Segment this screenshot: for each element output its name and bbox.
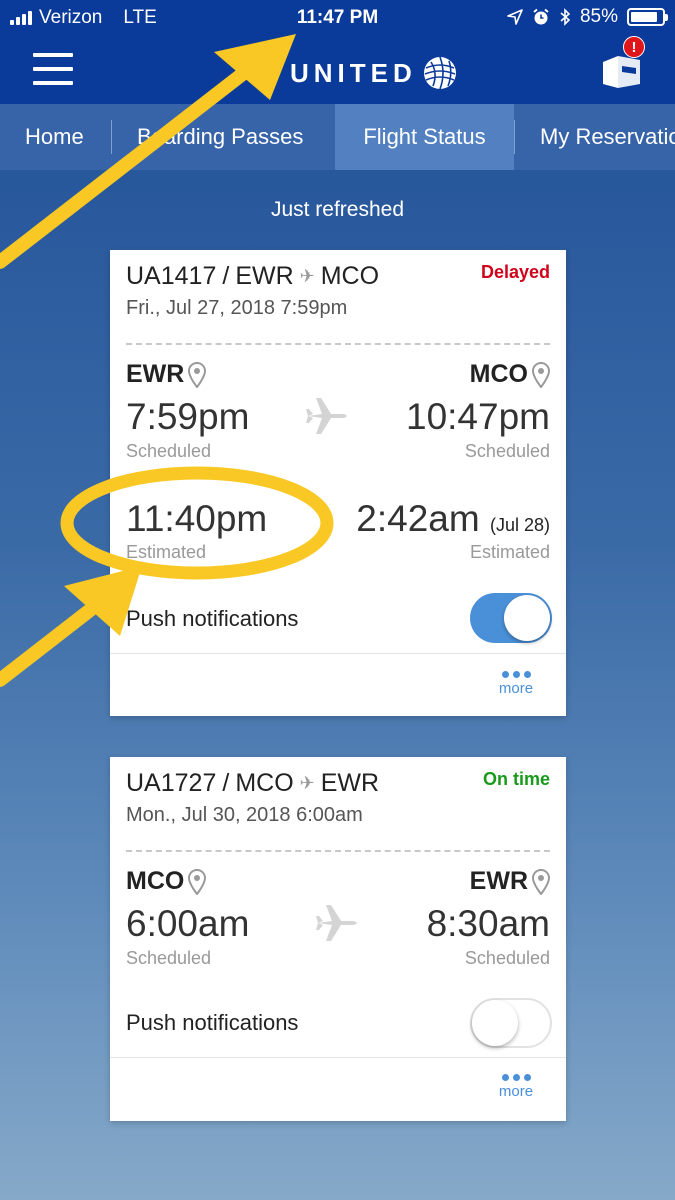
estimated-label: Estimated (469, 542, 550, 562)
airplane-icon (316, 905, 357, 941)
tab-separator (111, 120, 112, 154)
destination-airport[interactable]: MCO (470, 360, 550, 389)
alarm-icon (533, 8, 549, 25)
tab-home[interactable]: Home (25, 104, 84, 170)
dashed-divider (126, 343, 550, 345)
departure-date: Fri., Jul 27, 2018 7:59pm (126, 297, 348, 319)
plane-icon: ✈ (299, 266, 315, 286)
plane-icon: ✈ (299, 773, 315, 793)
estimated-arrival: 2:42am (Jul 28) (356, 498, 550, 540)
origin-airport[interactable]: EWR (126, 360, 207, 389)
push-notifications-toggle[interactable] (470, 593, 552, 643)
globe-icon (423, 56, 456, 90)
scheduled-label: Scheduled (464, 948, 550, 968)
card-divider (110, 653, 566, 654)
dashed-divider (126, 850, 550, 852)
refresh-status: Just refreshed (270, 198, 405, 221)
flight-route: UA1727/ MCO ✈ EWR (126, 769, 380, 797)
more-button[interactable]: more (496, 1074, 536, 1100)
flight-route: UA1417/ EWR ✈ MCO (126, 262, 380, 290)
map-pin-icon (188, 361, 207, 388)
destination-code: MCO (320, 262, 380, 290)
departure-date: Mon., Jul 30, 2018 6:00am (126, 804, 363, 826)
destination-code: EWR (320, 769, 380, 797)
annotation-arrow-to-estimate (0, 586, 119, 687)
arrival-date-note: (Jul 28) (489, 515, 550, 535)
tab-flight-status[interactable]: Flight Status (335, 104, 514, 170)
estimated-departure-time: 11:40pm (126, 498, 268, 539)
destination-code: MCO (469, 360, 528, 388)
scheduled-label: Scheduled (126, 948, 212, 968)
more-dots-icon (496, 671, 536, 678)
united-logo: UNITED (290, 54, 459, 92)
scheduled-label: Scheduled (126, 441, 212, 461)
flight-status-badge: On time (482, 769, 550, 789)
more-label: more (498, 680, 534, 697)
scheduled-departure-time: 6:00am (126, 903, 250, 944)
hamburger-menu-icon[interactable] (33, 53, 73, 85)
scheduled-label: Scheduled (464, 441, 550, 461)
push-notifications-toggle[interactable] (470, 998, 552, 1048)
destination-airport[interactable]: EWR (470, 867, 550, 896)
flight-number: UA1417 (126, 262, 217, 290)
push-notifications-label: Push notifications (126, 1010, 299, 1035)
flight-number: UA1727 (126, 769, 217, 797)
card-divider (110, 1057, 566, 1058)
origin-airport[interactable]: MCO (126, 867, 207, 896)
flight-card[interactable]: UA1417/ EWR ✈ MCO Delayed Fri., Jul 27, … (110, 250, 566, 716)
status-icons: 85% (507, 6, 668, 28)
app-header: UNITED ! (0, 36, 675, 104)
tab-boarding-passes[interactable]: Boarding Passes (137, 104, 303, 170)
estimated-label: Estimated (126, 542, 207, 562)
bluetooth-icon (560, 8, 571, 26)
flight-card[interactable]: UA1727/ MCO ✈ EWR On time Mon., Jul 30, … (110, 757, 566, 1121)
notification-badge: ! (623, 36, 645, 58)
origin-code: EWR (235, 262, 294, 290)
tab-my-reservations[interactable]: My Reservations (540, 104, 675, 170)
status-bar: Verizon LTE 11:47 PM 85% (0, 0, 675, 36)
battery-percent: 85% (579, 6, 618, 27)
nav-tabs: Home Boarding Passes Flight Status My Re… (0, 104, 675, 170)
scheduled-departure-time: 7:59pm (126, 396, 250, 437)
estimated-arrival-time: 2:42am (356, 498, 480, 539)
scheduled-arrival-time: 8:30am (426, 903, 550, 944)
origin-code: MCO (126, 867, 185, 895)
scheduled-arrival-time: 10:47pm (406, 396, 550, 437)
tab-separator (514, 120, 515, 154)
logo-wordmark: UNITED (290, 57, 417, 88)
flight-status-badge: Delayed (480, 262, 550, 282)
destination-code: EWR (469, 867, 528, 895)
map-pin-icon (532, 868, 550, 895)
push-notifications-label: Push notifications (126, 606, 299, 631)
origin-code: MCO (235, 769, 294, 797)
more-button[interactable]: more (496, 671, 536, 697)
battery-icon (627, 8, 668, 26)
location-arrow-icon (507, 9, 523, 25)
map-pin-icon (188, 868, 207, 895)
more-label: more (498, 1083, 534, 1100)
more-dots-icon (496, 1074, 536, 1081)
airplane-icon (306, 398, 347, 434)
map-pin-icon (532, 361, 550, 388)
origin-code: EWR (126, 360, 185, 388)
